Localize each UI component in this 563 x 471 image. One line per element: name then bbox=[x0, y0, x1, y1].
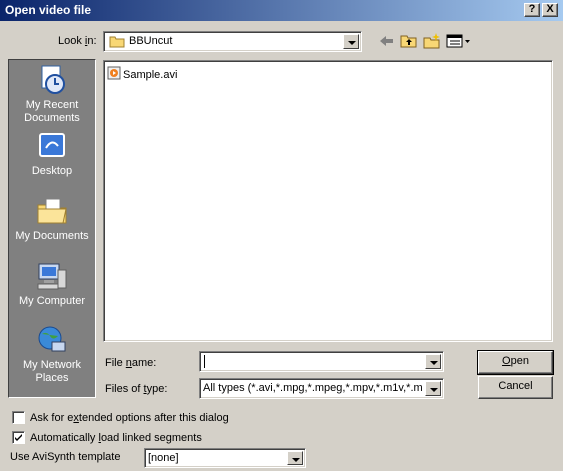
look-in-dropdown-button[interactable] bbox=[343, 34, 359, 49]
file-name-label: File name: bbox=[105, 357, 157, 369]
window-title: Open video file bbox=[5, 3, 92, 17]
file-name-combo[interactable] bbox=[199, 351, 444, 372]
avisynth-template-select[interactable]: [none] bbox=[144, 448, 306, 468]
network-places-icon bbox=[38, 326, 66, 354]
ask-extended-checkbox[interactable] bbox=[12, 411, 25, 424]
open-button[interactable]: Open bbox=[477, 350, 554, 375]
help-button[interactable]: ? bbox=[524, 3, 540, 17]
look-in-value: BBUncut bbox=[129, 35, 173, 47]
new-folder-icon[interactable] bbox=[423, 33, 441, 49]
close-button[interactable]: X bbox=[542, 3, 558, 17]
ask-extended-label: Ask for extended options after this dial… bbox=[30, 412, 229, 424]
file-list[interactable]: Sample.avi bbox=[103, 60, 553, 342]
place-label: My Network Places bbox=[22, 359, 82, 384]
place-label: My Recent Documents bbox=[24, 99, 80, 124]
file-type-label: Files of type: bbox=[105, 383, 168, 395]
place-label: My Documents bbox=[15, 230, 89, 242]
view-menu-icon[interactable] bbox=[446, 33, 472, 49]
checkmark-icon bbox=[15, 434, 22, 441]
file-name-input[interactable] bbox=[204, 355, 205, 368]
up-one-level-icon[interactable] bbox=[400, 33, 418, 49]
place-label: My Computer bbox=[18, 295, 86, 307]
back-arrow-icon[interactable] bbox=[378, 33, 396, 49]
place-desktop[interactable]: Desktop bbox=[9, 130, 95, 178]
place-my-computer[interactable]: My Computer bbox=[9, 260, 95, 308]
places-bar: My Recent Documents Desktop My Documents… bbox=[8, 59, 96, 398]
title-bar: Open video file ? X bbox=[0, 0, 563, 21]
file-item-sample-avi[interactable]: Sample.avi bbox=[107, 66, 177, 81]
place-my-network-places[interactable]: My Network Places bbox=[9, 324, 95, 385]
avisynth-template-dropdown-button[interactable] bbox=[287, 451, 303, 465]
avisynth-template-label: Use AviSynth template bbox=[10, 451, 121, 463]
cancel-button[interactable]: Cancel bbox=[478, 376, 553, 399]
auto-load-label: Automatically load linked segments bbox=[30, 432, 202, 444]
avi-file-icon bbox=[107, 66, 121, 80]
place-label: Desktop bbox=[31, 165, 73, 177]
recent-documents-icon bbox=[41, 65, 65, 94]
place-my-recent-documents[interactable]: My Recent Documents bbox=[9, 64, 95, 125]
file-name: Sample.avi bbox=[123, 69, 178, 81]
avisynth-template-value: [none] bbox=[148, 452, 179, 464]
my-computer-icon bbox=[37, 263, 67, 290]
file-type-dropdown-button[interactable] bbox=[425, 381, 441, 396]
file-name-dropdown-button[interactable] bbox=[425, 354, 441, 369]
place-my-documents[interactable]: My Documents bbox=[9, 195, 95, 243]
auto-load-checkbox[interactable] bbox=[12, 431, 25, 444]
look-in-label: Look in: bbox=[58, 35, 97, 47]
folder-icon bbox=[109, 36, 125, 48]
file-type-value: All types (*.avi,*.mpg,*.mpeg,*.mpv,*.m1… bbox=[203, 382, 423, 394]
my-documents-icon bbox=[37, 198, 67, 224]
look-in-combo[interactable]: BBUncut bbox=[103, 31, 362, 52]
file-type-combo[interactable]: All types (*.avi,*.mpg,*.mpeg,*.mpv,*.m1… bbox=[199, 378, 444, 399]
desktop-icon bbox=[39, 133, 65, 157]
